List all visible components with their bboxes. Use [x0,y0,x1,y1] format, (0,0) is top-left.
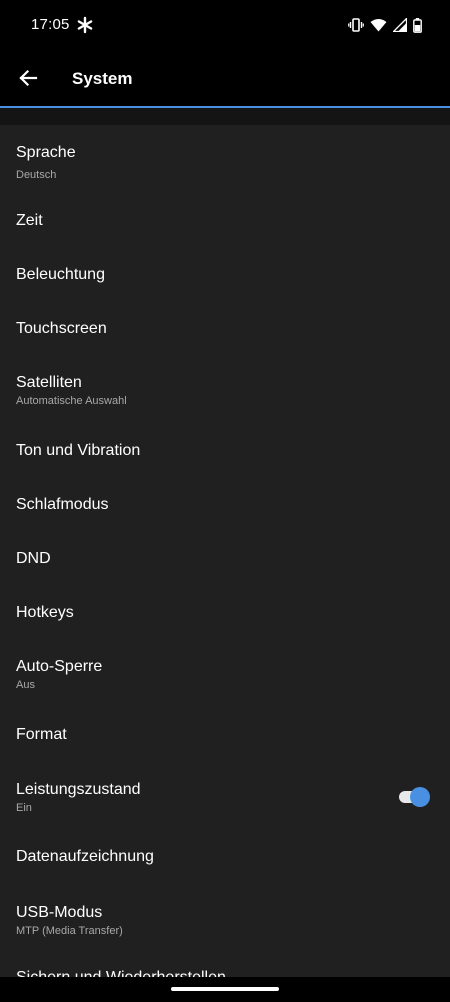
setting-title: Leistungszustand [16,781,141,798]
setting-subtitle: Ein [16,802,32,814]
setting-title: Schlafmodus [16,496,109,513]
setting-title: Satelliten [16,374,82,391]
section-spacer [0,108,450,125]
setting-item-hotkeys[interactable]: Hotkeys [0,583,450,637]
setting-title: Touchscreen [16,320,107,337]
setting-item-sprache[interactable]: Sprache Deutsch [0,130,450,191]
setting-title: Sichern und Wiederherstellen [16,969,226,977]
setting-title: Auto-Sperre [16,658,103,675]
app-bar: System [0,52,450,106]
setting-title: Ton und Vibration [16,442,141,459]
navigation-bar [0,977,450,1002]
battery-icon [413,17,422,33]
asterisk-icon [77,16,93,34]
setting-item-zeit[interactable]: Zeit [0,191,450,245]
back-button[interactable] [14,64,42,92]
setting-item-touchscreen[interactable]: Touchscreen [0,299,450,353]
arrow-left-icon [19,69,38,87]
setting-item-schlafmodus[interactable]: Schlafmodus [0,475,450,529]
setting-subtitle: Deutsch [16,169,57,181]
setting-item-usb-modus[interactable]: USB-Modus MTP (Media Transfer) [0,881,450,947]
setting-title: Datenaufzeichnung [16,848,154,865]
setting-title: DND [16,550,51,567]
status-time: 17:05 [31,16,70,33]
toggle-thumb [410,787,430,807]
settings-list: Sprache Deutsch Zeit Beleuchtung Touchsc… [0,125,450,977]
setting-item-dnd[interactable]: DND [0,529,450,583]
status-icons [348,16,422,34]
wifi-icon [370,19,387,32]
setting-title: Beleuchtung [16,266,105,283]
setting-title: USB-Modus [16,904,103,921]
status-bar: 17:05 [0,0,450,52]
setting-title: Zeit [16,212,43,229]
setting-item-datenaufzeichnung[interactable]: Datenaufzeichnung [0,823,450,881]
setting-subtitle: Automatische Auswahl [16,395,127,407]
home-gesture-handle[interactable] [171,987,279,991]
signal-icon [393,18,407,32]
setting-title: Sprache [16,144,76,161]
setting-item-auto-sperre[interactable]: Auto-Sperre Aus [0,637,450,701]
setting-item-ton-und-vibration[interactable]: Ton und Vibration [0,417,450,475]
setting-item-format[interactable]: Format [0,701,450,759]
setting-item-sichern-und-wiederherstellen[interactable]: Sichern und Wiederherstellen [0,947,450,977]
leistungszustand-toggle[interactable] [397,787,431,807]
setting-subtitle: MTP (Media Transfer) [16,925,123,937]
setting-item-leistungszustand[interactable]: Leistungszustand Ein [0,759,450,823]
setting-subtitle: Aus [16,679,35,691]
setting-title: Hotkeys [16,604,74,621]
vibrate-icon [348,18,364,32]
setting-item-beleuchtung[interactable]: Beleuchtung [0,245,450,299]
setting-item-satelliten[interactable]: Satelliten Automatische Auswahl [0,353,450,417]
page-title: System [72,69,133,88]
setting-title: Format [16,726,67,743]
